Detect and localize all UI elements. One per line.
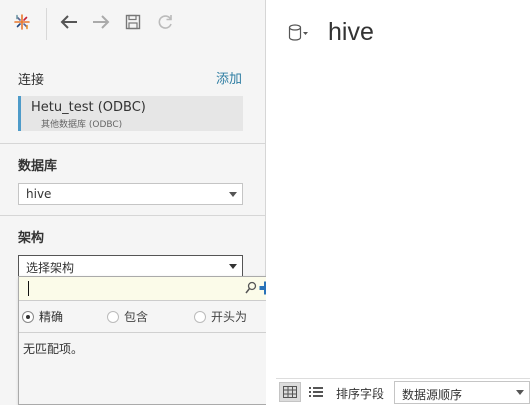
sort-select-value: 数据源顺序 xyxy=(402,388,463,402)
section-divider xyxy=(0,215,266,216)
search-icon[interactable] xyxy=(245,281,257,298)
database-select[interactable]: hive xyxy=(18,183,243,205)
grid-view-icon[interactable] xyxy=(279,382,301,402)
sort-select[interactable]: 数据源顺序 xyxy=(394,381,530,404)
popup-divider xyxy=(19,332,275,333)
no-match-message: 无匹配项。 xyxy=(23,342,84,356)
save-icon[interactable] xyxy=(121,10,145,34)
radio-button-checked xyxy=(22,310,34,323)
schema-label: 架构 xyxy=(18,231,45,246)
refresh-icon[interactable] xyxy=(153,10,177,34)
chevron-down-icon xyxy=(224,184,242,204)
radio-contains-label: 包含 xyxy=(124,310,149,324)
schema-search-popup: 精确 包含 开头为 无匹配项。 xyxy=(18,276,276,405)
radio-button xyxy=(194,310,206,323)
schema-select-value: 选择架构 xyxy=(26,261,75,275)
connection-type: 其他数据库 (ODBC) xyxy=(41,120,123,130)
sort-label: 排序字段 xyxy=(336,387,385,401)
toolbar xyxy=(0,0,266,46)
canvas-title: hive xyxy=(328,18,374,46)
radio-exact[interactable]: 精确 xyxy=(22,308,63,325)
forward-arrow-icon[interactable] xyxy=(89,10,113,34)
toolbar-separator xyxy=(46,8,47,40)
radio-exact-label: 精确 xyxy=(39,310,64,324)
bottom-toolbar: 排序字段 数据源顺序 xyxy=(276,378,530,405)
section-divider xyxy=(0,143,266,144)
connection-item[interactable]: Hetu_test (ODBC) 其他数据库 (ODBC) xyxy=(18,96,243,131)
radio-starts-with-label: 开头为 xyxy=(211,310,248,324)
canvas-pane: hive 排序字段 数据源顺序 xyxy=(266,0,530,405)
radio-contains[interactable]: 包含 xyxy=(107,308,148,325)
connections-label: 连接 xyxy=(18,73,45,88)
chevron-down-icon xyxy=(511,382,529,403)
database-label: 数据库 xyxy=(18,159,58,174)
schema-search-input[interactable] xyxy=(19,277,275,301)
database-select-value: hive xyxy=(26,187,52,201)
tableau-logo-icon[interactable] xyxy=(10,10,34,34)
text-caret xyxy=(28,281,29,296)
database-icon[interactable] xyxy=(288,24,310,45)
radio-starts-with[interactable]: 开头为 xyxy=(194,308,247,325)
add-connection-link[interactable]: 添加 xyxy=(216,68,242,87)
schema-select[interactable]: 选择架构 xyxy=(18,255,243,277)
chevron-down-icon xyxy=(224,256,242,276)
radio-button xyxy=(107,310,119,323)
list-view-icon[interactable] xyxy=(305,382,327,402)
match-mode-group: 精确 包含 开头为 xyxy=(19,305,275,327)
back-arrow-icon[interactable] xyxy=(57,10,81,34)
connection-name: Hetu_test (ODBC) xyxy=(31,100,146,115)
